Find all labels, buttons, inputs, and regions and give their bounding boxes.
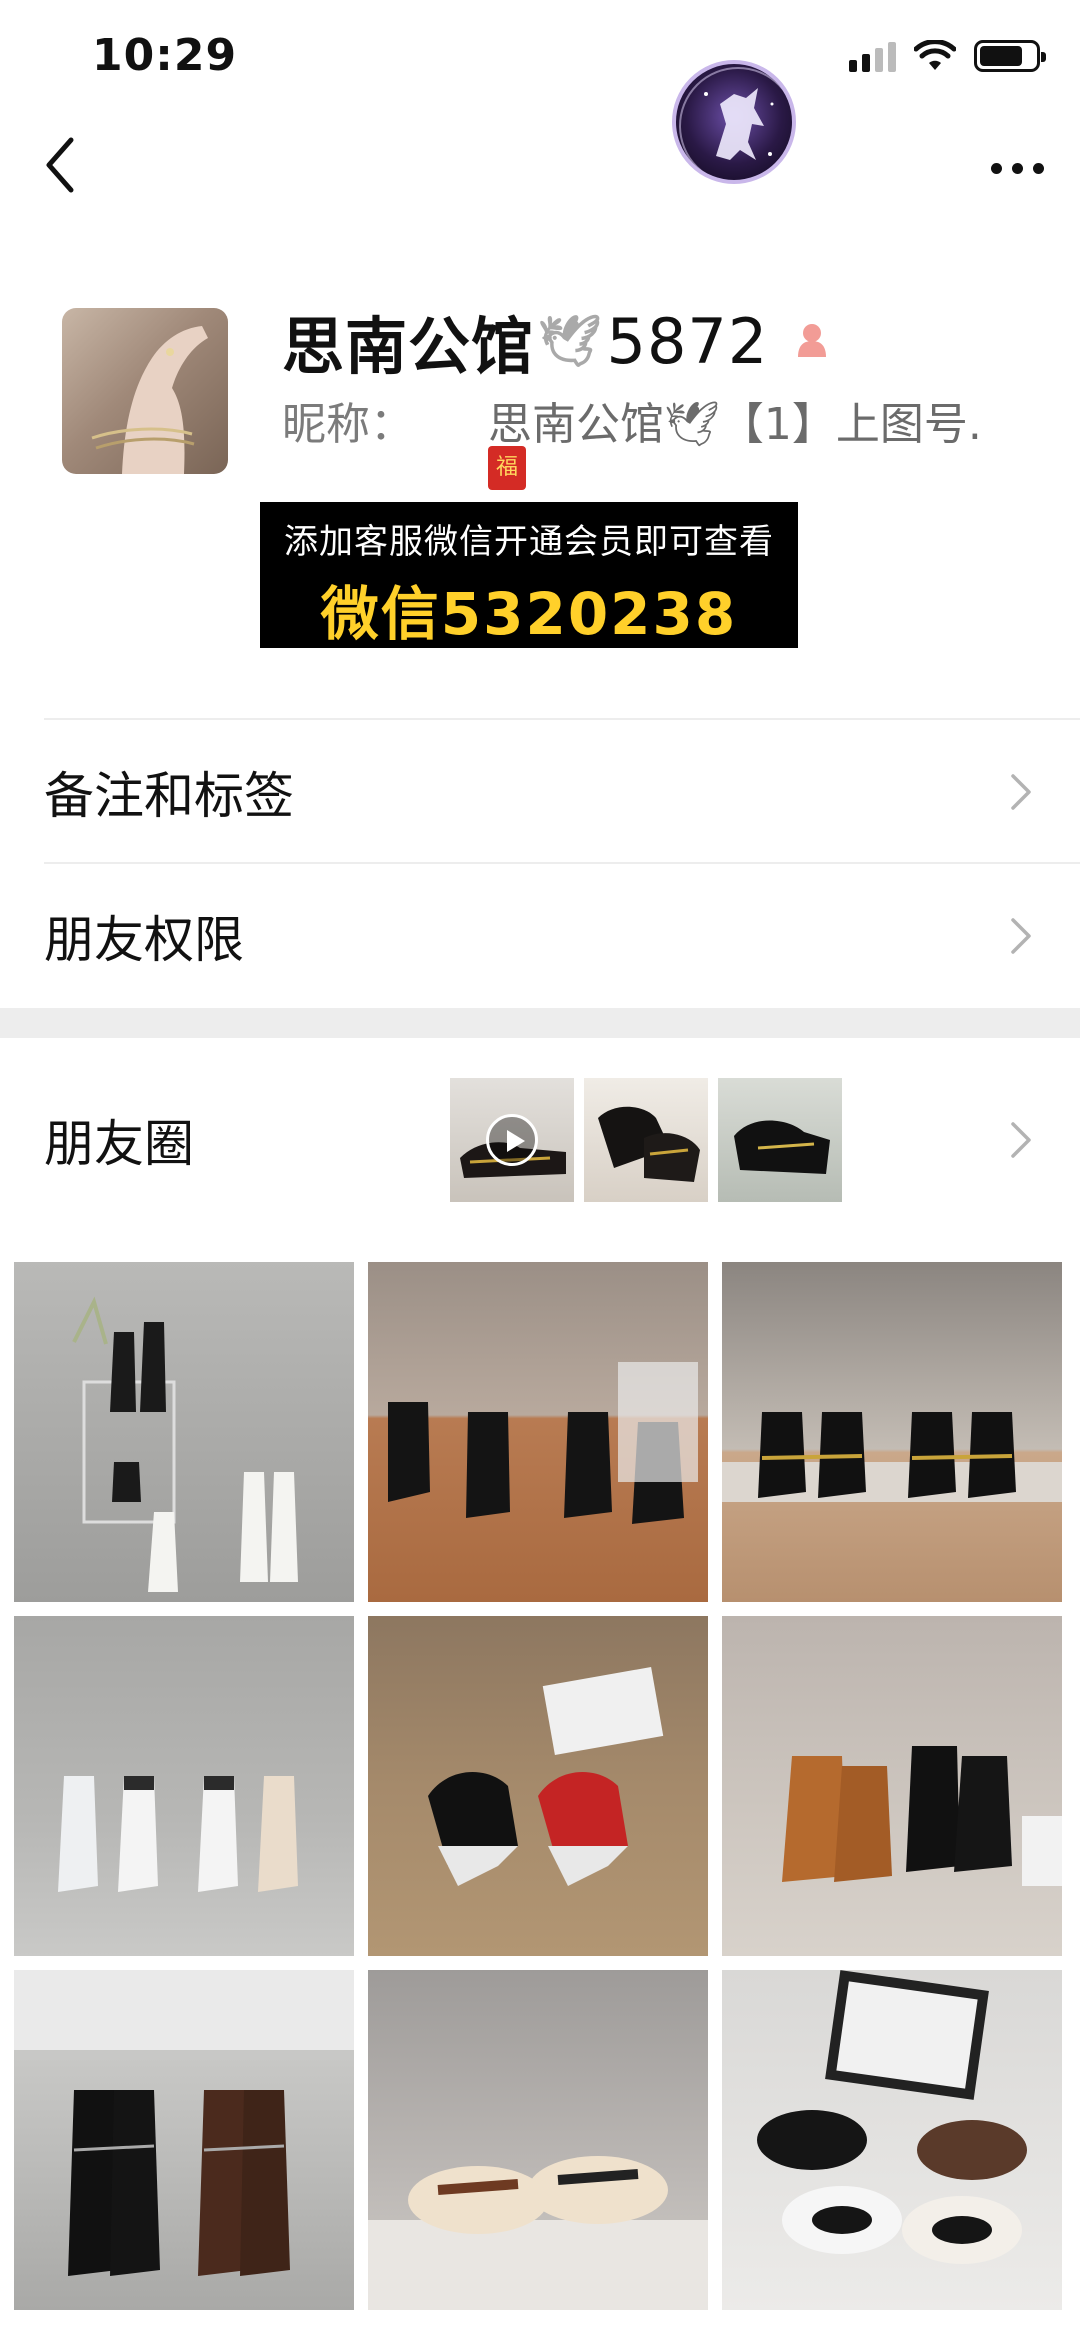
divider <box>44 862 1080 864</box>
moment-photo[interactable] <box>368 1262 708 1602</box>
back-button[interactable] <box>30 130 90 200</box>
moment-photo[interactable] <box>722 1970 1062 2310</box>
display-name: 思南公馆 <box>282 310 535 383</box>
moments-photo-grid <box>14 1262 1066 2310</box>
ellipsis-dot <box>1011 162 1023 174</box>
nav-bar <box>0 120 1080 220</box>
battery-icon <box>974 40 1046 72</box>
female-gender-icon <box>798 324 827 357</box>
promo-line2: 微信5320238 <box>320 580 738 648</box>
wifi-icon <box>914 40 956 70</box>
moments-thumbnails <box>450 1078 842 1202</box>
remarks-tags-label: 备注和标签 <box>44 767 294 825</box>
chevron-left-icon <box>46 137 74 193</box>
chevron-right-icon <box>1011 918 1031 954</box>
red-envelope-icon: 福 <box>488 446 526 490</box>
ellipsis-icon <box>990 162 1002 174</box>
moment-photo[interactable] <box>722 1262 1062 1602</box>
remarks-tags-row[interactable]: 备注和标签 <box>0 722 1080 862</box>
status-icons <box>849 40 1046 72</box>
ellipsis-dot <box>1032 162 1044 174</box>
chevron-right-icon <box>1011 774 1031 810</box>
nickname-row: 昵称： 思南公馆🕊【1】上图号. <box>282 388 982 452</box>
promo-banner: 添加客服微信开通会员即可查看 微信5320238 <box>260 502 798 648</box>
dove-emoji: 🕊 <box>538 311 603 370</box>
moment-photo[interactable] <box>14 1970 354 2310</box>
chevron-right-icon <box>1011 1122 1031 1158</box>
moment-thumbnail-video <box>450 1078 574 1202</box>
status-bar: 10:29 <box>0 0 1080 120</box>
moments-label: 朋友圈 <box>44 1115 194 1173</box>
status-time: 10:29 <box>92 30 238 81</box>
play-icon <box>486 1114 538 1166</box>
friend-permissions-label: 朋友权限 <box>44 911 244 969</box>
profile-name: 思南公馆 🕊 5872 <box>282 296 834 386</box>
moment-photo[interactable] <box>14 1262 354 1602</box>
moment-photo[interactable] <box>722 1616 1062 1956</box>
promo-line1: 添加客服微信开通会员即可查看 <box>284 522 774 562</box>
moment-thumbnail <box>718 1078 842 1202</box>
nickname-label: 昵称： <box>282 399 414 450</box>
cellular-signal-icon <box>849 40 896 72</box>
moment-thumbnail <box>584 1078 708 1202</box>
moment-photo[interactable] <box>14 1616 354 1956</box>
name-suffix: 5872 <box>606 304 769 378</box>
friend-permissions-row[interactable]: 朋友权限 <box>0 866 1080 1006</box>
nickname-value: 思南公馆🕊【1】上图号. <box>488 399 982 450</box>
divider <box>44 718 1080 720</box>
avatar[interactable] <box>62 308 228 474</box>
more-button[interactable] <box>972 138 1062 198</box>
section-separator <box>0 1008 1080 1038</box>
moment-photo[interactable] <box>368 1616 708 1956</box>
moment-photo[interactable] <box>368 1970 708 2310</box>
moments-row[interactable]: 朋友圈 <box>0 1040 1080 1240</box>
